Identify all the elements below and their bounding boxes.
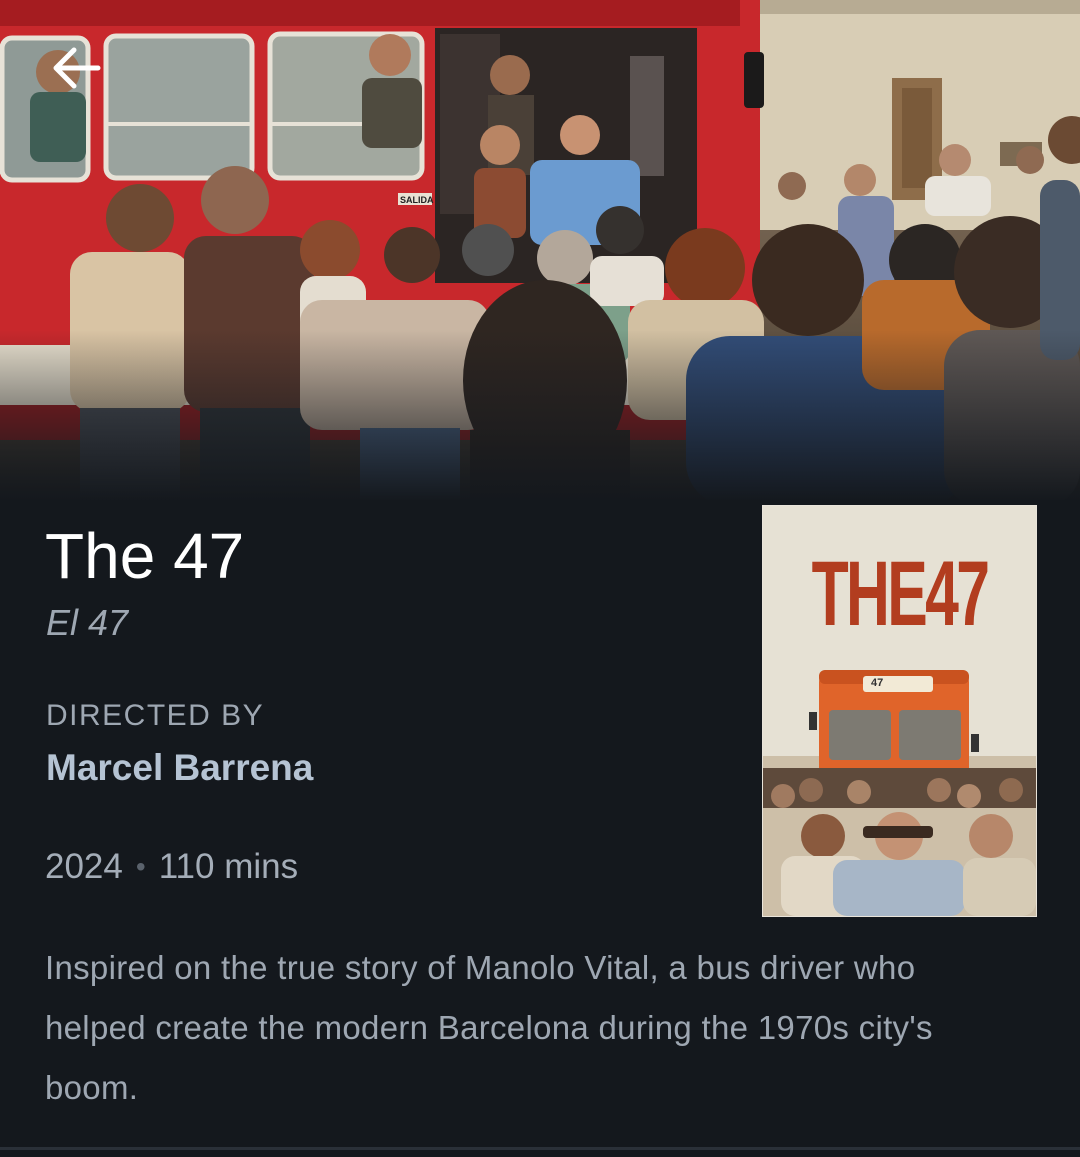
release-year[interactable]: 2024	[45, 845, 123, 889]
film-detail-screen: SALIDA The 47 El 47 DIRECTED BY Marcel B…	[0, 0, 1080, 1157]
back-button[interactable]	[40, 36, 112, 100]
meta-separator: •	[135, 851, 146, 882]
backdrop-image: SALIDA	[0, 0, 1080, 500]
bus-exit-sign: SALIDA	[400, 195, 434, 205]
film-poster[interactable]: THE47 47	[762, 505, 1037, 917]
original-title: El 47	[46, 602, 129, 643]
poster-route-sign: 47	[871, 677, 884, 689]
backdrop-fade	[0, 330, 1080, 500]
arrow-left-icon	[53, 47, 101, 89]
director-label: DIRECTED BY	[46, 699, 265, 732]
film-meta: 2024 • 110 mins	[45, 845, 298, 889]
director-link[interactable]: Marcel Barrena	[46, 745, 313, 791]
bottom-divider	[0, 1147, 1080, 1150]
film-title: The 47	[45, 520, 245, 592]
runtime: 110 mins	[158, 847, 299, 886]
synopsis: Inspired on the true story of Manolo Vit…	[45, 949, 933, 1106]
poster-title: THE47	[811, 543, 990, 645]
